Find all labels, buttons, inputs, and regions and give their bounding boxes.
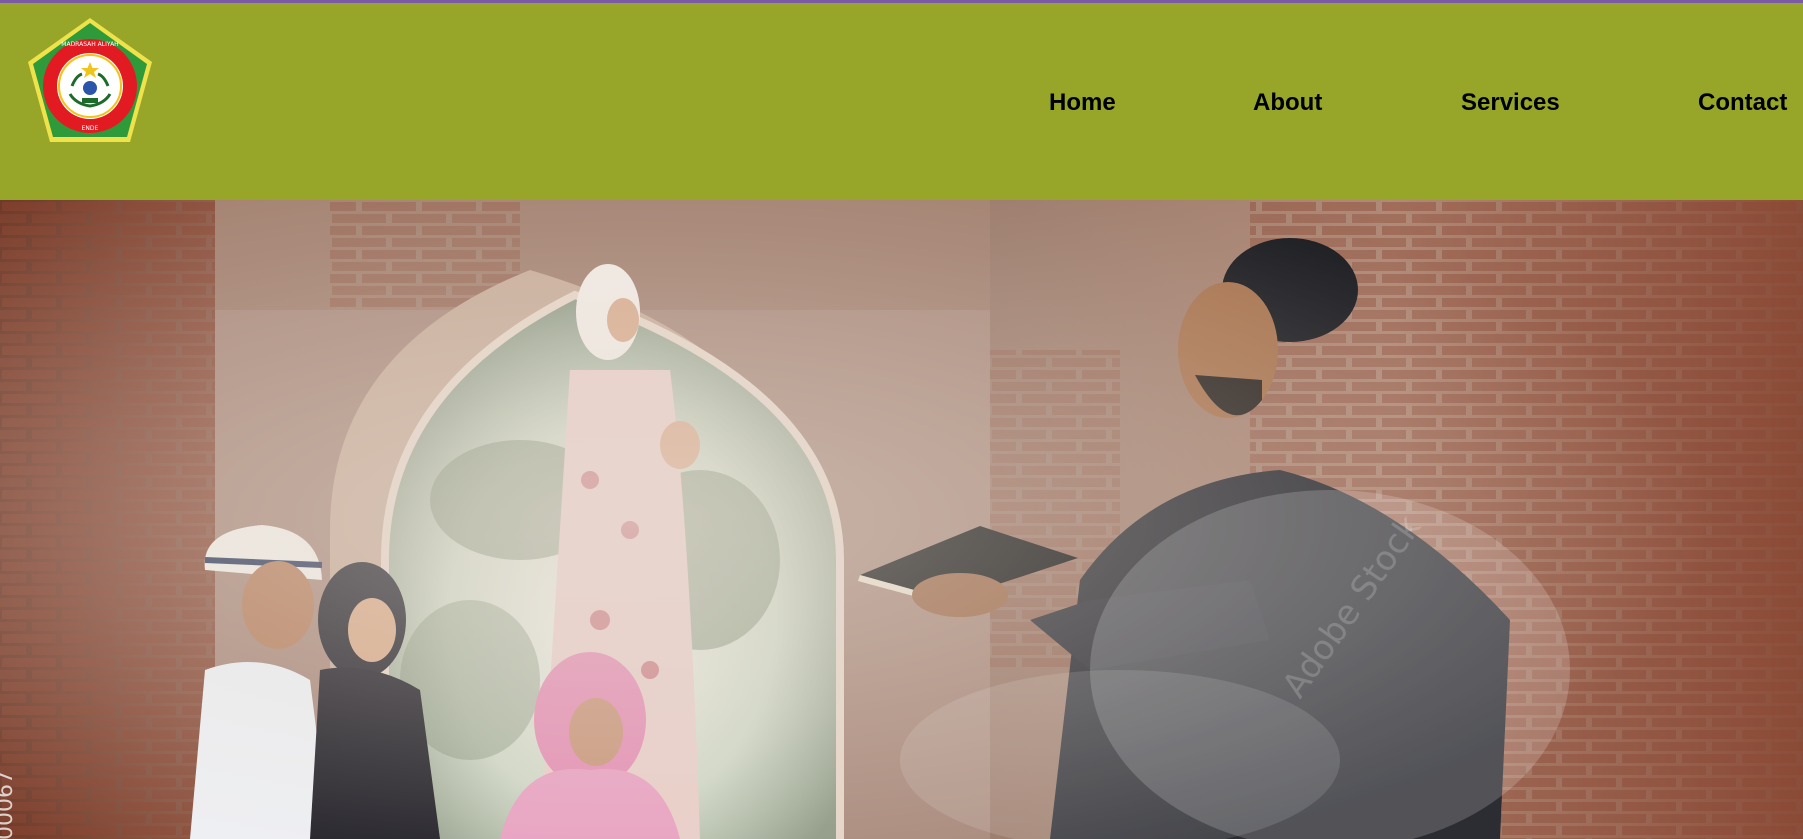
nav-about-link[interactable]: About bbox=[1253, 89, 1322, 117]
nav-home-link[interactable]: Home bbox=[1049, 89, 1116, 117]
hero-photo: Adobe Stock 00067 bbox=[0, 200, 1803, 839]
side-id-text: 00067 bbox=[0, 770, 18, 839]
nav-services-link[interactable]: Services bbox=[1461, 89, 1560, 117]
logo-emblem-icon: MADRASAH ALIYAH ENDE bbox=[28, 18, 152, 142]
svg-text:MADRASAH ALIYAH: MADRASAH ALIYAH bbox=[61, 41, 118, 48]
nav-contact-link[interactable]: Contact bbox=[1698, 89, 1787, 117]
school-logo[interactable]: MADRASAH ALIYAH ENDE bbox=[24, 16, 156, 146]
svg-text:ENDE: ENDE bbox=[82, 125, 99, 132]
navbar: MADRASAH ALIYAH ENDE Home About Services… bbox=[0, 3, 1803, 200]
hero-image: Adobe Stock 00067 bbox=[0, 200, 1803, 839]
